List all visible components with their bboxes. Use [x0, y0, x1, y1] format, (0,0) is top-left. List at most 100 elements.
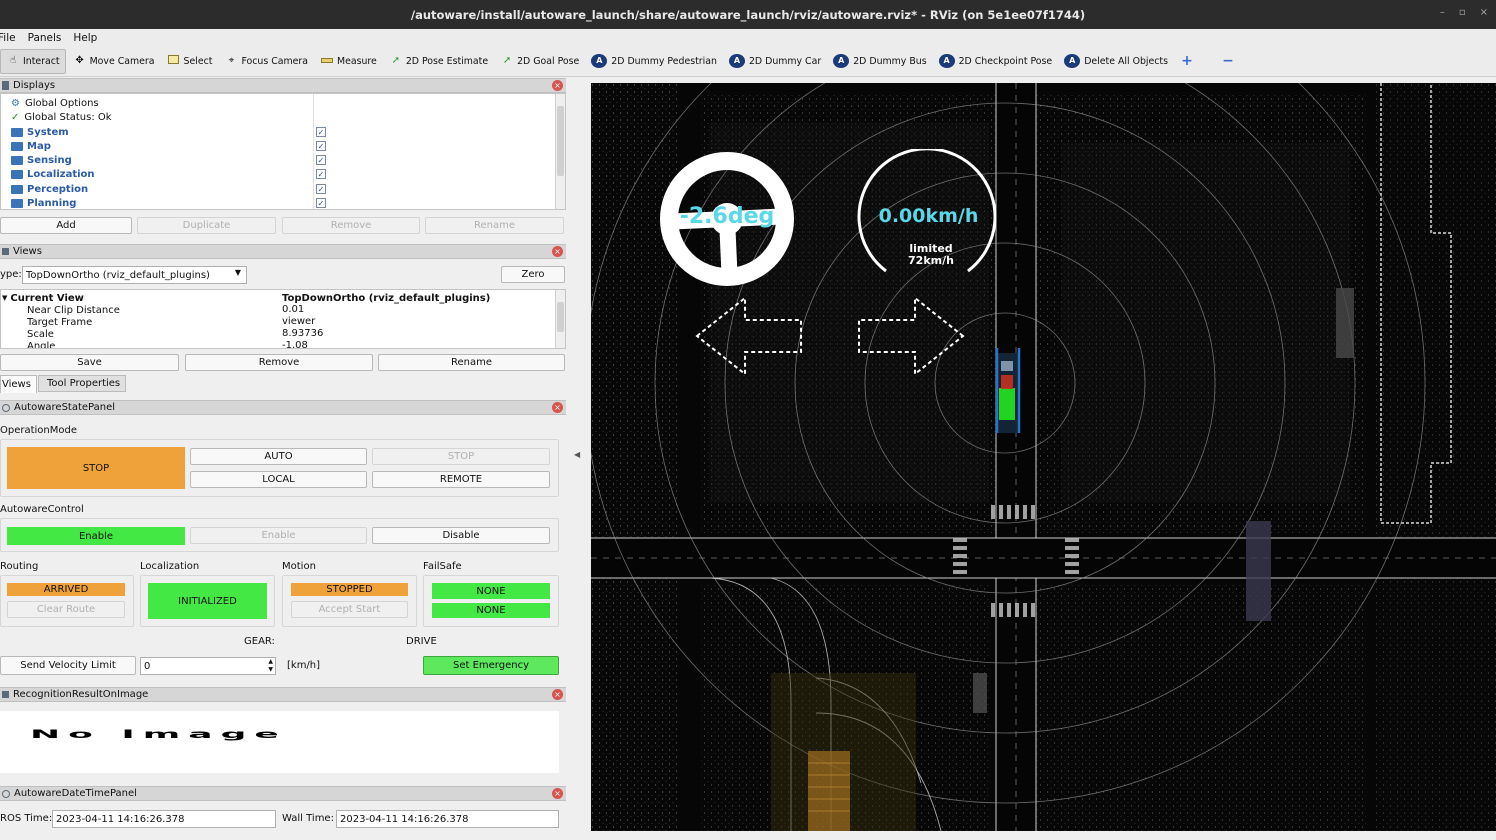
maximize-icon[interactable]: ▫ [1459, 7, 1466, 18]
property-value[interactable]: viewer [282, 316, 315, 327]
spin-arrows-icon[interactable]: ▲ ▼ [268, 658, 273, 674]
dummy-bus-tool-button[interactable]: A 2D Dummy Bus [828, 49, 931, 74]
send-velocity-limit-button[interactable]: Send Velocity Limit [0, 656, 136, 675]
property-name: Angle [27, 340, 56, 349]
speed-text: 0.00km/h [878, 205, 979, 227]
close-icon[interactable]: × [1480, 7, 1488, 18]
localization-checkbox[interactable]: ✓ [316, 169, 326, 179]
routing-label: Routing [0, 561, 39, 572]
dummy-car-tool-button[interactable]: A 2D Dummy Car [724, 49, 826, 74]
steering-wheel-overlay: -2.6deg [659, 151, 795, 287]
interact-label: Interact [23, 55, 60, 67]
render-viewport[interactable]: -2.6deg 0.00km/h limited 72km/h [591, 83, 1496, 831]
disable-button[interactable]: Disable [372, 527, 550, 544]
select-box-icon [167, 55, 181, 67]
checkpoint-pose-tool-button[interactable]: A 2D Checkpoint Pose [934, 49, 1058, 74]
tree-item-planning[interactable]: Planning [11, 196, 76, 209]
tab-tool-properties[interactable]: Tool Properties [38, 375, 126, 392]
state-panel-header: AutowareStatePanel × [0, 400, 566, 415]
add-display-button[interactable]: Add [0, 217, 132, 234]
select-tool-button[interactable]: Select [162, 49, 218, 74]
tree-item-localization[interactable]: Localization [11, 167, 95, 181]
tab-views[interactable]: Views [0, 375, 37, 393]
tree-item-label: Perception [27, 183, 89, 195]
wall-time-label: Wall Time: [282, 813, 334, 824]
property-value[interactable]: 8.93736 [282, 328, 323, 339]
tree-item-sensing[interactable]: Sensing [11, 153, 72, 167]
enable-button[interactable]: Enable [190, 527, 367, 544]
remove-tool-button[interactable]: − [1216, 49, 1243, 74]
dummy-pedestrian-label: 2D Dummy Pedestrian [611, 55, 717, 67]
dummy-car-label: 2D Dummy Car [748, 55, 822, 67]
close-icon[interactable]: × [552, 788, 563, 799]
minus-icon: − [1222, 53, 1234, 69]
dummy-pedestrian-tool-button[interactable]: A 2D Dummy Pedestrian [586, 49, 722, 74]
displays-scrollbar[interactable] [555, 94, 565, 209]
pose-estimate-tool-button[interactable]: ➚ 2D Pose Estimate [384, 49, 493, 74]
motion-label: Motion [282, 561, 316, 572]
property-row[interactable]: Angle [27, 339, 55, 349]
pose-estimate-label: 2D Pose Estimate [405, 55, 489, 67]
property-value[interactable]: 0.01 [282, 304, 304, 315]
property-name: Near Clip Distance [27, 304, 120, 316]
focus-camera-tool-button[interactable]: ⌖ Focus Camera [219, 49, 313, 74]
collapse-arrow-icon[interactable]: ◀ [574, 450, 580, 459]
zero-button[interactable]: Zero [501, 266, 565, 283]
remote-mode-button[interactable]: REMOTE [372, 471, 550, 488]
folder-icon [11, 169, 23, 179]
goal-pose-tool-button[interactable]: ➚ 2D Goal Pose [495, 49, 584, 74]
minimize-icon[interactable]: – [1440, 7, 1445, 18]
folder-icon [11, 184, 23, 194]
menu-help[interactable]: Help [73, 32, 97, 44]
move-camera-tool-button[interactable]: ✥ Move Camera [68, 49, 160, 74]
tree-item-system[interactable]: System [11, 125, 69, 139]
views-scrollbar[interactable] [555, 290, 565, 348]
sensing-checkbox[interactable]: ✓ [316, 155, 326, 165]
planning-checkbox[interactable]: ✓ [316, 198, 326, 208]
property-value[interactable]: -1.08 [282, 340, 308, 348]
measure-tool-button[interactable]: Measure [315, 49, 382, 74]
displays-title: Displays [13, 80, 56, 91]
accept-start-button[interactable]: Accept Start [291, 601, 408, 618]
failsafe-state-2: NONE [432, 603, 550, 618]
close-icon[interactable]: × [552, 80, 563, 91]
view-type-select[interactable]: TopDownOrtho (rviz_default_plugins) ▼ [22, 266, 247, 284]
ros-time-field[interactable]: 2023-04-11 14:16:26.378 [52, 810, 276, 828]
tree-item-global-status[interactable]: ✓ Global Status: Ok [11, 110, 112, 124]
map-checkbox[interactable]: ✓ [316, 141, 326, 151]
save-view-button[interactable]: Save [0, 354, 179, 371]
close-icon[interactable]: × [552, 402, 563, 413]
displays-tree: ⚙ Global Options ✓ Global Status: Ok Sys… [0, 93, 566, 210]
system-checkbox[interactable]: ✓ [316, 127, 326, 137]
tree-item-global-options[interactable]: ⚙ Global Options [11, 96, 99, 110]
view-properties-tree: ▼ Current View TopDownOrtho (rviz_defaul… [0, 289, 566, 349]
rename-view-button[interactable]: Rename [378, 354, 565, 371]
clear-route-button[interactable]: Clear Route [7, 601, 125, 618]
wall-time-field[interactable]: 2023-04-11 14:16:26.378 [336, 810, 559, 828]
set-emergency-button[interactable]: Set Emergency [423, 656, 559, 675]
panel-icon [2, 81, 9, 90]
delete-all-objects-tool-button[interactable]: A Delete All Objects [1059, 49, 1173, 74]
velocity-unit-label: [km/h] [287, 660, 321, 671]
remove-display-button[interactable]: Remove [282, 217, 420, 234]
remove-view-button[interactable]: Remove [185, 354, 373, 371]
window-title: /autoware/install/autoware_launch/share/… [410, 7, 1086, 22]
interact-tool-button[interactable]: ☝ Interact [0, 48, 66, 74]
local-mode-button[interactable]: LOCAL [190, 471, 367, 488]
menu-file[interactable]: File [0, 32, 16, 44]
close-icon[interactable]: × [552, 246, 563, 257]
add-tool-button[interactable]: + [1175, 49, 1202, 74]
velocity-limit-value: 0 [144, 660, 151, 672]
auto-mode-button[interactable]: AUTO [190, 448, 367, 465]
rename-display-button[interactable]: Rename [425, 217, 564, 234]
menu-panels[interactable]: Panels [28, 32, 62, 44]
duplicate-display-button[interactable]: Duplicate [137, 217, 276, 234]
ros-time-label: ROS Time: [0, 813, 53, 824]
close-icon[interactable]: × [552, 689, 563, 700]
green-arrow-icon: ➚ [391, 55, 401, 66]
tree-item-perception[interactable]: Perception [11, 182, 88, 196]
stop-mode-button[interactable]: STOP [372, 448, 550, 465]
perception-checkbox[interactable]: ✓ [316, 184, 326, 194]
velocity-limit-stepper[interactable]: 0 ▲ ▼ [140, 657, 276, 675]
tree-item-map[interactable]: Map [11, 139, 51, 153]
